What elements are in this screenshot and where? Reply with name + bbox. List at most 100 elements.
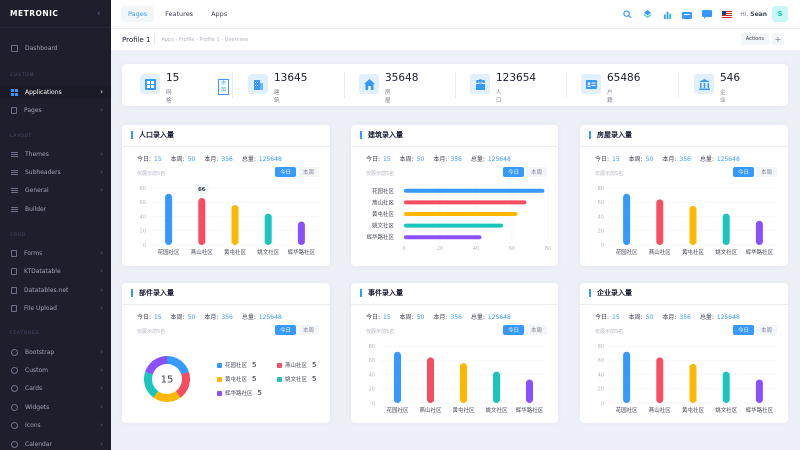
sidebar-section-label: CUSTOM <box>10 73 35 78</box>
language-flag-icon[interactable] <box>722 9 733 19</box>
bar[interactable] <box>689 363 697 403</box>
sidebar-item-subheaders[interactable]: Subheaders › <box>0 165 111 179</box>
sidebar-item-builder[interactable]: Builder <box>0 202 111 216</box>
pie-slice[interactable] <box>145 356 168 375</box>
page-icon <box>11 304 17 312</box>
bar[interactable] <box>755 220 763 245</box>
bar[interactable] <box>404 235 482 240</box>
building-icon <box>248 74 268 94</box>
chevron-right-icon: › <box>100 249 103 257</box>
sidebar-item-forms[interactable]: Forms › <box>0 246 111 260</box>
brand-bar: METRONIC ‹ <box>0 0 111 28</box>
tab-apps[interactable]: Apps <box>204 6 234 22</box>
greeting-text: Hi, <box>740 10 749 18</box>
legend-item[interactable]: 黄屯社区 5 <box>217 375 256 383</box>
bar[interactable] <box>165 193 173 245</box>
sidebar-item-datatables-net[interactable]: Datatables.net › <box>0 283 111 297</box>
legend-item[interactable]: 燕山社区 5 <box>277 361 316 369</box>
y-tick-label: 姚文社区 <box>372 222 395 230</box>
pie-slice[interactable] <box>144 371 159 398</box>
layers-icon <box>11 150 18 158</box>
chevron-right-icon: › <box>100 267 103 275</box>
x-tick-label: 姚文社区 <box>715 406 738 414</box>
id-card-icon <box>581 74 601 94</box>
add-button[interactable]: + <box>772 33 784 45</box>
bar[interactable] <box>404 200 527 205</box>
x-tick-label: 黄屯社区 <box>682 248 705 256</box>
chevron-right-icon: › <box>100 421 103 429</box>
bar[interactable] <box>427 357 434 403</box>
x-tick-label: 花园社区 <box>616 406 639 414</box>
chevron-right-icon: › <box>100 150 103 158</box>
sidebar-item-dashboard[interactable]: Dashboard <box>0 41 111 55</box>
legend-item[interactable]: 辉华路社区 5 <box>217 389 262 397</box>
sidebar-item-label: Dashboard <box>25 44 58 52</box>
bar[interactable] <box>404 188 545 193</box>
divider <box>678 72 679 98</box>
page-title: Profile 1 <box>122 35 151 44</box>
actions-button[interactable]: Actions <box>740 33 769 45</box>
chat-icon[interactable] <box>702 9 713 19</box>
legend-item[interactable]: 姚文社区 5 <box>277 375 316 383</box>
sidebar-item-general[interactable]: General › <box>0 183 111 197</box>
chart: 15 <box>144 356 190 402</box>
bar[interactable] <box>722 213 730 245</box>
sidebar-item-custom[interactable]: Custom › <box>0 363 111 377</box>
notifications-icon[interactable] <box>682 9 693 19</box>
bar[interactable] <box>526 379 533 403</box>
search-icon[interactable] <box>622 9 632 19</box>
sidebar-item-ktdatatable[interactable]: KTDatatable › <box>0 264 111 278</box>
legend-swatch <box>217 376 222 382</box>
y-tick-label: 20 <box>369 387 375 393</box>
bar[interactable] <box>689 205 697 245</box>
stat-label: 户籍 <box>607 90 613 104</box>
bar[interactable] <box>460 363 467 403</box>
x-tick-label: 燕山社区 <box>649 248 672 256</box>
pie-slice[interactable] <box>166 356 189 375</box>
chart-card: 企业录入量 今日: 15 本周: 50 本月: 356 总量: 125648 今日 本周 仅展示前5名… <box>580 283 788 423</box>
legend-item[interactable]: 花园社区 5 <box>217 361 256 369</box>
chart-icon[interactable] <box>662 9 672 19</box>
sidebar-item-applications[interactable]: Applications › <box>0 85 111 99</box>
chevron-right-icon: › <box>100 366 103 374</box>
y-tick-label: 20 <box>140 229 146 235</box>
bar[interactable] <box>493 371 500 403</box>
bar[interactable] <box>264 213 272 245</box>
sidebar-item-file-upload[interactable]: File Upload › <box>0 301 111 315</box>
bar[interactable] <box>656 199 664 245</box>
legend-value: 5 <box>252 375 257 383</box>
bar[interactable] <box>656 357 664 403</box>
bar[interactable] <box>198 197 206 245</box>
avatar[interactable]: S <box>772 6 788 22</box>
sidebar-item-pages[interactable]: Pages › <box>0 103 111 117</box>
tab-features[interactable]: Features <box>158 6 200 22</box>
sidebar-item-bootstrap[interactable]: Bootstrap › <box>0 345 111 359</box>
bar[interactable] <box>404 212 518 216</box>
chart: 0 20 40 60 80 花园社区 燕山社区 66 黄屯社区 姚文社区 辉华路社区 <box>140 183 318 256</box>
bar[interactable] <box>297 221 305 245</box>
breadcrumb[interactable]: Apps - Profile - Profile 1 - Overview <box>161 37 248 43</box>
chart: 0 20 40 60 80 花园社区燕山社区黄屯社区姚文社区辉华路社区 <box>366 185 551 252</box>
sidebar-toggle-icon[interactable]: ‹ <box>97 9 101 19</box>
bar[interactable] <box>231 205 239 245</box>
bar[interactable] <box>755 379 763 403</box>
bar[interactable] <box>394 351 401 403</box>
sidebar-item-icons[interactable]: Icons › <box>0 418 111 432</box>
pie-slice[interactable] <box>153 390 181 402</box>
sidebar-item-widgets[interactable]: Widgets › <box>0 400 111 414</box>
stat-label: 建筑 <box>274 90 280 104</box>
brand-logo[interactable]: METRONIC <box>10 9 58 18</box>
bar[interactable] <box>623 193 631 245</box>
user-greeting[interactable]: Hi, Sean <box>740 11 767 18</box>
bar[interactable] <box>722 371 730 403</box>
bar[interactable] <box>404 223 503 228</box>
pie-slice[interactable] <box>175 371 190 398</box>
quick-actions-icon[interactable] <box>642 9 652 19</box>
sidebar-item-calendar[interactable]: Calendar › <box>0 437 111 450</box>
sidebar-item-cards[interactable]: Cards › <box>0 381 111 395</box>
tab-pages[interactable]: Pages <box>121 6 155 22</box>
sidebar-item-themes[interactable]: Themes › <box>0 147 111 161</box>
bar[interactable] <box>623 351 631 403</box>
divider <box>566 72 567 98</box>
add-grid-button[interactable]: 添加 <box>218 79 230 95</box>
